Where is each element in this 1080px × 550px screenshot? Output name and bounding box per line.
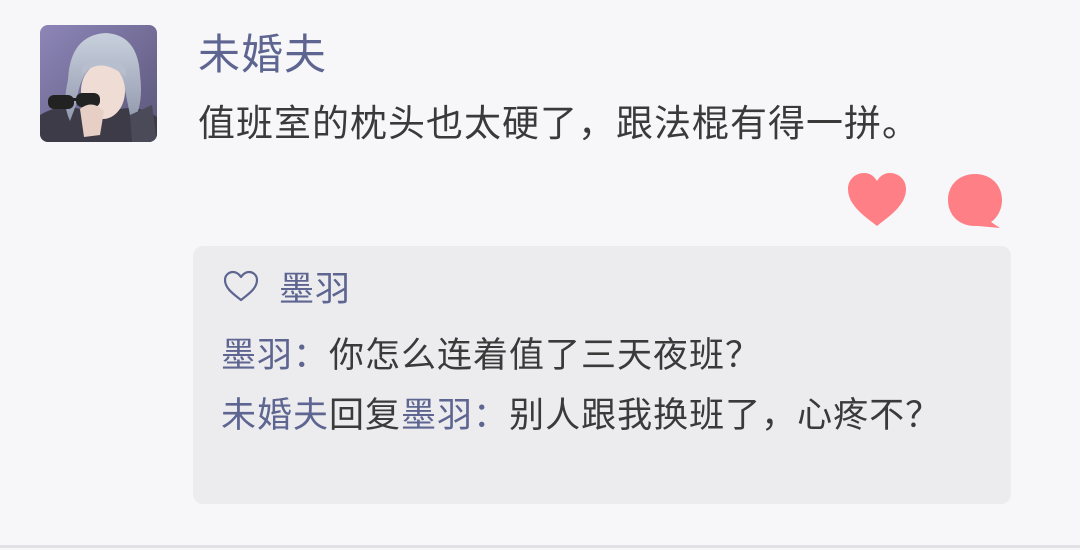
- avatar[interactable]: [40, 25, 157, 142]
- speech-bubble-icon: [948, 174, 1002, 228]
- moment-post: 未婚夫 值班室的枕头也太硬了，跟法棍有得一拼。 墨羽 墨羽：你怎么连着值了三天夜…: [0, 0, 1080, 550]
- reply-word: 回复: [329, 396, 402, 436]
- comment-separator: ：: [473, 396, 510, 436]
- liker-name[interactable]: 墨羽: [279, 261, 351, 312]
- comment-item[interactable]: 墨羽：你怎么连着值了三天夜班？: [221, 326, 991, 386]
- post-author-name[interactable]: 未婚夫: [198, 27, 327, 83]
- comment-separator: ：: [293, 336, 330, 376]
- heart-filled-icon: [848, 173, 906, 226]
- heart-outline-icon: [223, 270, 259, 302]
- reply-to-name[interactable]: 墨羽: [401, 396, 473, 436]
- divider: [0, 545, 1080, 548]
- post-text: 值班室的枕头也太硬了，跟法棍有得一拼。: [198, 102, 920, 145]
- comment-text: 你怎么连着值了三天夜班？: [329, 336, 762, 376]
- likes-row: 墨羽: [223, 262, 351, 310]
- comment-item[interactable]: 未婚夫回复墨羽：别人跟我换班了，心疼不？: [221, 386, 991, 446]
- comment-text: 别人跟我换班了，心疼不？: [509, 396, 942, 436]
- comment-section: 墨羽 墨羽：你怎么连着值了三天夜班？ 未婚夫回复墨羽：别人跟我换班了，心疼不？: [193, 246, 1011, 504]
- post-actions: [846, 172, 1006, 230]
- avatar-portrait-icon: [40, 25, 157, 142]
- commenter-name[interactable]: 墨羽: [221, 336, 293, 376]
- comment-button[interactable]: [946, 172, 1004, 230]
- like-button[interactable]: [846, 172, 908, 228]
- commenter-name[interactable]: 未婚夫: [221, 396, 329, 436]
